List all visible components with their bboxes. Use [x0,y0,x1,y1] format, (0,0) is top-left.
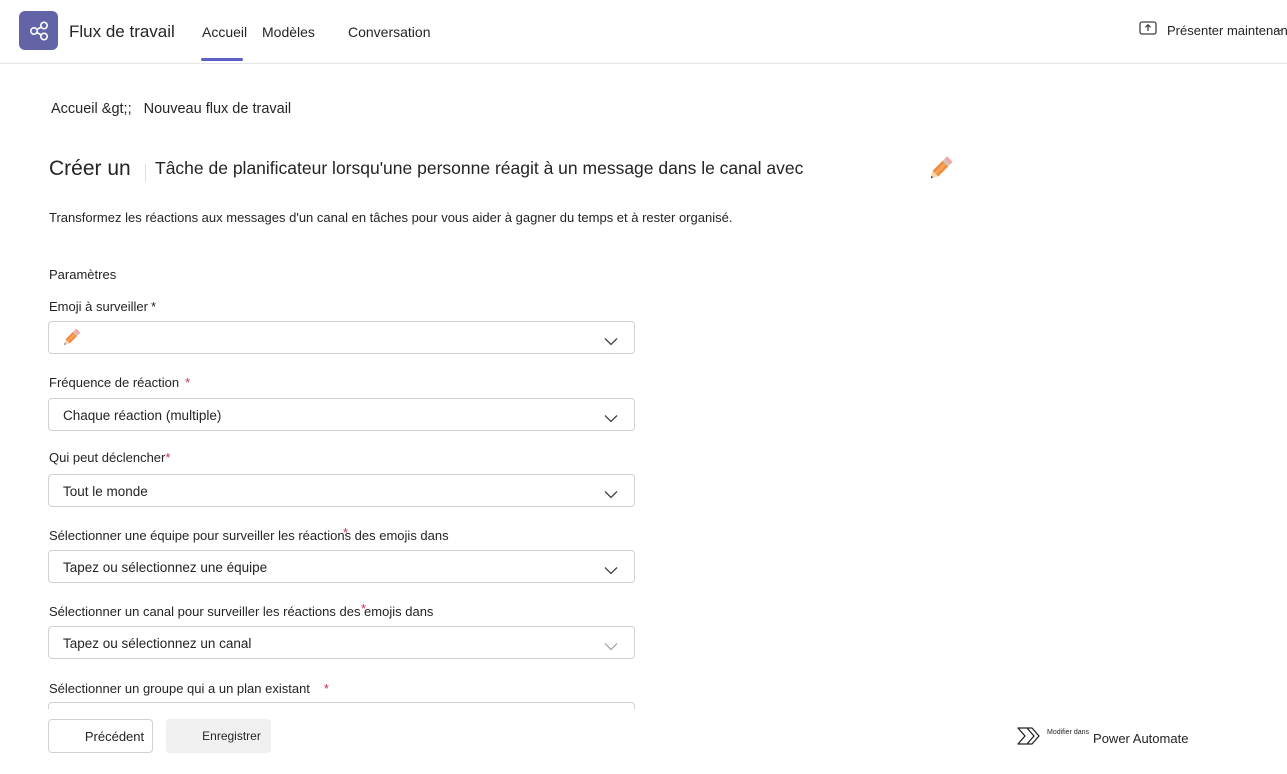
previous-button-label: Précédent [84,728,145,744]
share-screen-icon [1139,20,1157,41]
edit-in-power-automate-link[interactable]: Modifier dans Power Automate [1017,726,1188,748]
page-title: Créer un Tâche de planificateur lorsqu'u… [49,156,969,186]
field-label-frequency: Fréquence de réaction * [49,375,191,390]
tab-accueil[interactable]: Accueil [202,24,247,40]
pencil-emoji-icon [60,327,82,354]
present-now-button[interactable]: Présenter maintenant [1139,20,1287,40]
app-title: Flux de travail [69,22,175,41]
chevron-down-icon [604,486,618,504]
page-description: Transformez les réactions aux messages d… [49,210,733,225]
save-button-label: Enregistrer [202,729,261,743]
field-label-group: Sélectionner un groupe qui a un plan exi… [49,681,329,696]
more-options-icon[interactable]: ... [1273,22,1282,34]
power-automate-icon [1017,726,1041,751]
title-divider [145,164,146,182]
app-header: Flux de travail Accueil Modèles Conversa… [0,0,1287,64]
team-select[interactable]: Tapez ou sélectionnez une équipe [48,550,635,583]
who-can-trigger-select[interactable]: Tout le monde [48,474,635,507]
tab-conversation[interactable]: Conversation [348,24,431,40]
frequency-value: Chaque réaction (multiple) [63,408,222,423]
chevron-down-icon [604,410,618,428]
breadcrumb: Accueil &gt;; Nouveau flux de travail [51,101,292,117]
power-automate-label: Power Automate [1093,731,1189,746]
breadcrumb-home[interactable]: Accueil [51,101,98,117]
breadcrumb-current: Nouveau flux de travail [143,101,292,117]
chevron-down-icon [604,638,618,656]
breadcrumb-separator: &gt; [101,101,128,117]
present-now-label: Présenter maintenant [1167,22,1287,38]
channel-value: Tapez ou sélectionnez un canal [63,636,252,651]
who-can-trigger-value: Tout le monde [63,484,148,499]
chevron-down-icon [604,562,618,580]
field-label-who-can-trigger: Qui peut déclencher* [49,450,171,465]
field-label-channel: Sélectionner un canal pour surveiller le… [49,601,434,619]
active-tab-indicator [201,58,243,61]
pencil-icon [925,154,955,189]
field-label-team: Sélectionner une équipe pour surveiller … [49,525,449,543]
chevron-down-icon [604,333,618,351]
title-prefix: Créer un [49,157,131,180]
section-title-parametres: Paramètres [49,267,117,282]
channel-select[interactable]: Tapez ou sélectionnez un canal [48,626,635,659]
previous-button[interactable]: Précédent [48,719,153,753]
frequency-select[interactable]: Chaque réaction (multiple) [48,398,635,431]
save-button[interactable]: Enregistrer [166,719,271,753]
team-value: Tapez ou sélectionnez une équipe [63,560,268,575]
field-label-emoji: Emoji à surveiller * [49,299,157,314]
workflow-name[interactable]: Tâche de planificateur lorsqu'une person… [155,158,803,179]
share-nodes-icon[interactable] [19,11,58,50]
emoji-select[interactable] [48,321,635,354]
tab-modeles[interactable]: Modèles [262,24,315,40]
edit-in-label: Modifier dans [1047,729,1090,736]
